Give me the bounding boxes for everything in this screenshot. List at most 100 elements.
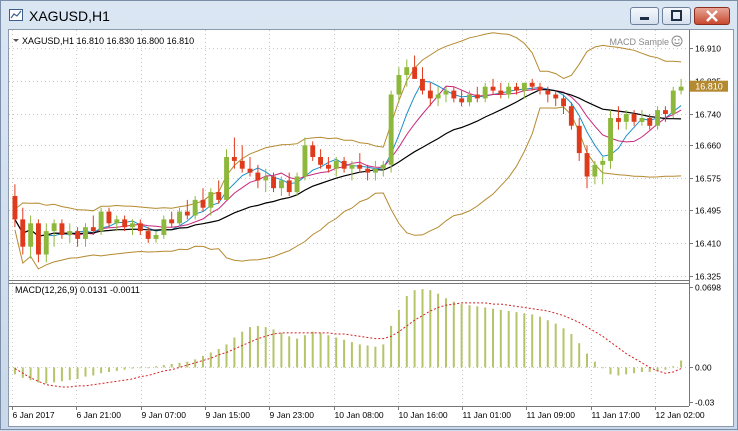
candle-body: [608, 118, 613, 161]
candle: [75, 227, 81, 247]
macd-bar: [617, 367, 620, 376]
minimize-button[interactable]: [630, 7, 659, 25]
macd-bar: [492, 308, 494, 368]
candle: [584, 145, 590, 189]
current-price: 16.810: [695, 82, 723, 92]
candle-body: [678, 86, 684, 91]
candle: [28, 215, 34, 259]
current-price-tag: 16.810: [690, 80, 728, 92]
candlesticks: [12, 55, 684, 263]
candle: [106, 207, 112, 228]
candle-body: [451, 90, 457, 99]
candle-body: [184, 211, 190, 216]
candle: [474, 86, 480, 103]
candle-body: [263, 176, 269, 181]
macd-bar: [131, 367, 134, 369]
candle-body: [153, 235, 159, 239]
candle-body: [631, 114, 637, 122]
macd-bar: [429, 290, 432, 368]
candle: [420, 67, 425, 95]
candle: [326, 157, 331, 173]
candle-body: [600, 160, 606, 165]
candle-body: [51, 223, 57, 232]
time-tick-label: 11 Jan 17:00: [592, 410, 641, 420]
candle: [498, 82, 504, 99]
macd-bar: [311, 331, 314, 368]
candle-body: [161, 219, 167, 235]
chart-area[interactable]: 16.91016.82516.74016.66016.57516.49516.4…: [8, 29, 734, 427]
macd-bar: [382, 344, 385, 368]
macd-bar: [374, 346, 377, 368]
macd-bar: [680, 360, 683, 368]
candle-body: [216, 192, 222, 200]
macd-bar: [178, 362, 181, 368]
macd-tick-label: 0.00: [695, 363, 712, 373]
candle-body: [490, 86, 496, 91]
candle-body: [271, 176, 276, 189]
candle: [161, 215, 167, 239]
macd-bar: [499, 309, 502, 368]
candle: [670, 86, 676, 118]
time-tick-label: 10 Jan 08:00: [335, 410, 384, 420]
candle: [490, 78, 496, 95]
candle-body: [388, 94, 394, 165]
candle: [576, 118, 582, 161]
macd-bar: [76, 367, 79, 379]
candle-body: [326, 164, 331, 169]
ma-mid: [14, 85, 682, 237]
candle-body: [130, 223, 135, 228]
macd-bar: [147, 367, 150, 369]
macd-bar: [209, 352, 212, 368]
macd-bar: [123, 367, 126, 370]
candle: [616, 106, 621, 130]
candle-body: [43, 231, 49, 255]
macd-bar: [100, 367, 103, 374]
candle: [294, 172, 300, 196]
candle-body: [537, 86, 543, 91]
candle-body: [98, 211, 104, 232]
candle-body: [639, 118, 645, 122]
close-button[interactable]: [694, 7, 730, 25]
macd-tick-label: -0.03: [695, 398, 715, 408]
candle-body: [231, 157, 237, 161]
candle-body: [28, 223, 34, 247]
chart-canvas[interactable]: 16.91016.82516.74016.66016.57516.49516.4…: [9, 30, 733, 426]
candle-body: [333, 160, 339, 169]
restore-icon: [671, 10, 682, 21]
macd-bar: [53, 367, 56, 383]
candle-body: [255, 172, 261, 181]
indicator-smiley-icon[interactable]: [671, 35, 683, 47]
macd-bar: [664, 367, 667, 370]
dropdown-arrow-icon: [13, 39, 19, 42]
candle-body: [467, 94, 472, 103]
price-tick-label: 16.325: [695, 272, 721, 282]
title-bar[interactable]: XAGUSD,H1: [1, 1, 737, 29]
candle: [122, 215, 128, 232]
macd-bar: [570, 334, 573, 368]
macd-bar: [256, 325, 259, 368]
candle: [200, 188, 206, 212]
candle: [608, 110, 613, 169]
chart-window-icon: [9, 9, 23, 21]
window-title: XAGUSD,H1: [29, 8, 110, 24]
macd-bar: [531, 314, 534, 368]
chart-window: XAGUSD,H1 16.91016.82516.74016.66016.575…: [0, 0, 738, 430]
candle: [380, 160, 386, 177]
macd-bar: [578, 343, 581, 368]
candle: [341, 157, 347, 173]
candle-body: [459, 98, 465, 103]
candle-body: [404, 67, 410, 75]
time-tick-label: 9 Jan 07:00: [142, 410, 187, 420]
candle-body: [310, 145, 316, 157]
candle-body: [349, 164, 355, 169]
maximize-button[interactable]: [662, 7, 691, 25]
candle-body: [584, 153, 590, 177]
price-tick-label: 16.495: [695, 206, 721, 216]
macd-bar: [593, 361, 596, 368]
candle-body: [616, 118, 621, 122]
candle: [239, 145, 245, 173]
macd-bar: [586, 353, 588, 368]
candle-body: [396, 75, 402, 95]
symbol-dropdown[interactable]: XAGUSD,H1 16.810 16.830 16.800 16.810: [13, 36, 194, 46]
macd-bar: [350, 342, 353, 368]
